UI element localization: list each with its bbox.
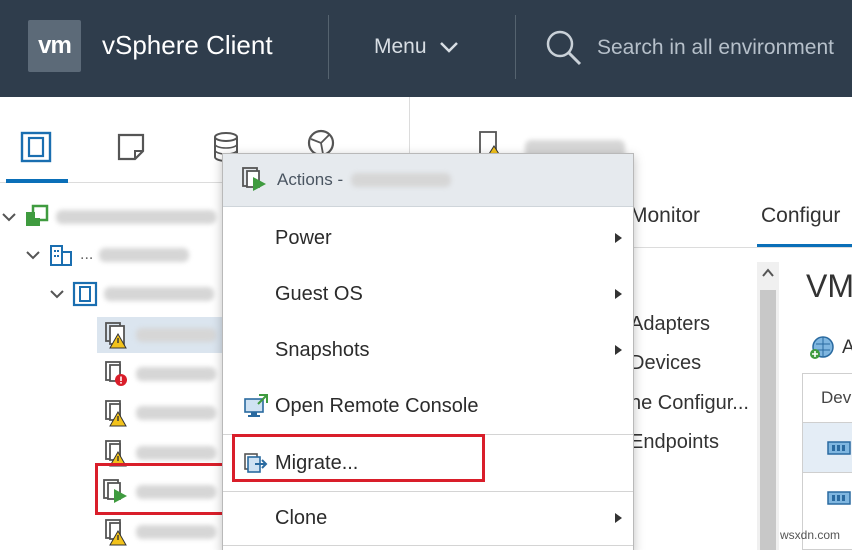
datacenter-name-redacted — [99, 248, 190, 262]
menu-item-label: Snapshots — [275, 338, 370, 361]
menu-item-power[interactable]: Power — [223, 212, 633, 264]
scroll-up-icon[interactable] — [762, 268, 774, 278]
menu-button[interactable]: Menu — [360, 24, 473, 70]
menu-item-label: Power — [275, 226, 332, 249]
vms-and-templates-icon[interactable] — [111, 127, 151, 167]
cluster-name-redacted — [104, 287, 214, 301]
highlight-box-vm — [95, 463, 232, 515]
tree-item-vm[interactable] — [104, 398, 216, 428]
header-divider — [515, 15, 516, 79]
config-item-adapters[interactable]: Adapters — [630, 313, 710, 336]
vm-name-redacted — [136, 446, 216, 460]
menu-label: Menu — [374, 35, 427, 58]
menu-separator — [223, 545, 633, 546]
tree-item-datacenter[interactable]: ... — [24, 240, 190, 270]
network-adapter-icon — [827, 441, 851, 455]
network-adapter-icon — [827, 491, 851, 505]
menu-item-open-remote-console[interactable]: Open Remote Console — [223, 380, 633, 432]
submenu-arrow-icon — [615, 233, 622, 243]
active-tab-indicator — [6, 179, 68, 183]
tree-item-vm-selected[interactable] — [104, 320, 216, 350]
config-item-endpoints[interactable]: Endpoints — [630, 431, 719, 454]
vm-warning-icon — [105, 519, 127, 546]
datacenter-prefix: ... — [80, 246, 94, 263]
vm-name-redacted — [351, 173, 452, 187]
vm-warning-icon — [105, 400, 127, 427]
context-menu-title: Actions - — [277, 170, 344, 189]
section-title: VM — [806, 268, 852, 304]
context-menu-header: Actions - — [223, 154, 633, 207]
scrollbar-thumb[interactable] — [760, 290, 776, 550]
vcenter-icon — [26, 204, 49, 226]
menu-item-snapshots[interactable]: Snapshots — [223, 324, 633, 376]
config-item-configuration[interactable]: ne Configur... — [630, 392, 749, 415]
app-title: vSphere Client — [102, 30, 273, 60]
table-row[interactable] — [803, 422, 852, 472]
datacenter-icon — [50, 245, 72, 266]
search-input[interactable]: Search in all environment — [597, 36, 834, 60]
chevron-down-icon[interactable] — [24, 246, 42, 264]
menu-item-label: Clone — [275, 506, 328, 529]
vmware-logo[interactable]: vm — [28, 20, 81, 72]
menu-item-label: Guest OS — [275, 282, 363, 305]
menu-item-clone[interactable]: Clone — [223, 492, 633, 544]
add-network-icon[interactable] — [808, 334, 836, 362]
highlight-box-migrate — [232, 434, 485, 482]
active-tab-indicator — [757, 244, 852, 247]
tab-configure[interactable]: Configur — [761, 204, 840, 228]
submenu-arrow-icon — [615, 513, 622, 523]
vcenter-name-redacted — [56, 210, 216, 224]
vm-powered-on-icon — [242, 167, 266, 191]
actions-context-menu: Actions - Power Guest OS Snapshots Open … — [222, 153, 634, 550]
chevron-down-icon — [439, 42, 458, 53]
tree-item-vcenter[interactable] — [0, 202, 216, 232]
watermark: wsxdn.com — [780, 528, 841, 542]
tree-item-cluster[interactable] — [48, 279, 214, 309]
tab-monitor[interactable]: Monitor — [630, 204, 700, 228]
vm-name-redacted — [136, 367, 216, 381]
header-divider — [328, 15, 329, 79]
remote-console-icon — [244, 394, 268, 417]
vm-name-redacted — [136, 406, 216, 420]
cluster-icon — [72, 281, 98, 307]
chevron-down-icon[interactable] — [0, 208, 18, 226]
add-label-partial: A — [842, 337, 852, 358]
vm-warning-icon — [105, 322, 127, 349]
menu-item-guest-os[interactable]: Guest OS — [223, 268, 633, 320]
devices-table: Dev — [802, 373, 852, 550]
chevron-down-icon[interactable] — [48, 285, 66, 303]
menu-item-label: Open Remote Console — [275, 394, 479, 417]
tree-item-vm[interactable] — [104, 359, 216, 389]
tree-item-vm[interactable] — [104, 517, 216, 547]
search-icon — [546, 30, 582, 66]
top-header: vm vSphere Client Menu Search in all env… — [0, 0, 852, 97]
table-row[interactable] — [803, 472, 852, 522]
vm-name-redacted — [136, 525, 216, 539]
hosts-and-clusters-icon[interactable] — [16, 127, 56, 167]
config-item-devices[interactable]: Devices — [630, 352, 701, 375]
table-header-device: Dev — [821, 388, 852, 407]
vm-error-icon — [105, 361, 127, 386]
global-search[interactable]: Search in all environment — [545, 26, 852, 70]
vm-name-redacted — [136, 328, 216, 342]
submenu-arrow-icon — [615, 345, 622, 355]
submenu-arrow-icon — [615, 289, 622, 299]
